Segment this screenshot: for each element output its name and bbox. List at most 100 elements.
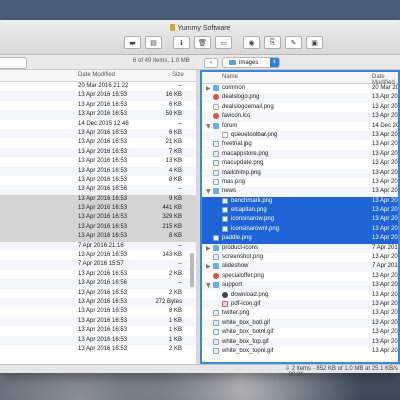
- table-row[interactable]: iconsinarownl.png 13 Apr 2016: [202, 224, 398, 235]
- column-header-name[interactable]: Name: [222, 74, 238, 80]
- row-date: 13 Apr 2016: [372, 300, 398, 307]
- preview-button[interactable]: ◉: [243, 36, 260, 49]
- new-folder-button[interactable]: ▬: [124, 36, 141, 49]
- right-file-pane[interactable]: Name Date Modified ▶ common 20 Mar 2016 dea…: [200, 70, 400, 364]
- table-row[interactable]: 7 Apr 2016 15:57 --: [0, 260, 196, 270]
- file-icon: [213, 141, 219, 148]
- info-button[interactable]: ℹ: [173, 36, 190, 49]
- trash-button[interactable]: 🗑: [194, 36, 211, 49]
- table-row[interactable]: 13 Apr 2016 16:53 9 KB: [0, 194, 196, 205]
- table-row[interactable]: 13 Apr 2016 16:53 59 KB: [0, 110, 196, 120]
- table-row[interactable]: download.png 13 Apr 2016: [202, 291, 398, 300]
- table-row[interactable]: macupdate.png 13 Apr 2016: [202, 159, 398, 168]
- table-row[interactable]: 13 Apr 2016 16:53 441 KB: [0, 204, 196, 214]
- table-row[interactable]: 13 Apr 2016 16:56 --: [0, 185, 196, 195]
- row-date: 13 Apr 2016 16:53: [78, 233, 128, 240]
- row-size: 21 KB: [165, 139, 182, 146]
- row-date: 13 Apr 2016: [372, 207, 398, 214]
- table-row[interactable]: 13 Apr 2016 16:53 2 KB: [0, 270, 196, 279]
- left-path-selector[interactable]: [0, 57, 27, 69]
- table-row[interactable]: pdf-icon.gif 13 Apr 2016: [202, 299, 398, 310]
- table-row[interactable]: favicon.ico 13 Apr 2016: [202, 112, 398, 122]
- table-row[interactable]: 13 Apr 2016 16:56 --: [0, 279, 196, 289]
- row-date: 13 Apr 2016 16:53: [78, 167, 128, 174]
- table-row[interactable]: 13 Apr 2016 16:53 21 KB: [0, 138, 196, 147]
- disclosure-down-icon[interactable]: ▼: [206, 282, 211, 289]
- table-row[interactable]: dealslogoemail.png 13 Apr 2016: [202, 103, 398, 112]
- table-row[interactable]: paddle.png 13 Apr 2016: [202, 234, 398, 244]
- disclosure-down-icon[interactable]: ▼: [206, 188, 211, 195]
- table-row[interactable]: 7 Apr 2016 21:16 --: [0, 241, 196, 252]
- table-row[interactable]: benchmark.png 13 Apr 2016: [202, 196, 398, 207]
- row-date: 13 Apr 2016: [372, 338, 398, 345]
- table-row[interactable]: white_box_topnl.gif 13 Apr 2016: [202, 347, 398, 356]
- table-row[interactable]: ▶ slideshow 7 Apr 2016: [202, 262, 398, 272]
- left-scrollbar[interactable]: [190, 253, 194, 287]
- table-row[interactable]: 13 Apr 2016 16:53 6 KB: [0, 128, 196, 139]
- table-row[interactable]: 13 Apr 2016 16:53 1 KB: [0, 335, 196, 345]
- table-row[interactable]: 14 Dec 2015 12:48 --: [0, 120, 196, 129]
- disclosure-right-icon[interactable]: ▶: [206, 85, 211, 92]
- right-path-selector[interactable]: images ⇕: [222, 57, 280, 68]
- table-row[interactable]: iconsinarow.png 13 Apr 2016: [202, 215, 398, 225]
- disclosure-down-icon[interactable]: ▼: [206, 123, 211, 130]
- edit-button[interactable]: ✎: [285, 36, 302, 49]
- disclosure-right-icon[interactable]: ▶: [206, 263, 211, 270]
- table-row[interactable]: 13 Apr 2016 16:53 215 KB: [0, 222, 196, 233]
- table-row[interactable]: 13 Apr 2016 16:53 1 KB: [0, 326, 196, 335]
- left-file-pane[interactable]: Date Modified Size 20 Mar 2016 21:22 -- 13…: [0, 70, 196, 364]
- table-row[interactable]: mailchimp.png 13 Apr 2016: [202, 168, 398, 178]
- copy-button[interactable]: ⎘: [264, 36, 281, 49]
- row-name: elcapitan.png: [231, 207, 267, 214]
- table-row[interactable]: specialoffer.png 13 Apr 2016: [202, 272, 398, 281]
- table-row[interactable]: white_box_botl.gif 13 Apr 2016: [202, 318, 398, 329]
- table-row[interactable]: 13 Apr 2016 16:53 8 KB: [0, 176, 196, 185]
- table-row[interactable]: 13 Apr 2016 16:53 13 KB: [0, 157, 196, 166]
- column-header-date[interactable]: Date Modified: [78, 72, 115, 78]
- table-row[interactable]: 13 Apr 2016 16:53 143 KB: [0, 251, 196, 260]
- table-row[interactable]: white_box_top.gif 13 Apr 2016: [202, 337, 398, 347]
- table-row[interactable]: ▶ common 20 Mar 2016: [202, 84, 398, 93]
- table-row[interactable]: 13 Apr 2016 16:53 2 KB: [0, 345, 196, 354]
- table-row[interactable]: ▼ support 13 Apr 2016: [202, 281, 398, 291]
- table-row[interactable]: mas.png 13 Apr 2016: [202, 178, 398, 187]
- table-row[interactable]: screenshot.png 13 Apr 2016: [202, 253, 398, 262]
- disclosure-right-icon[interactable]: ▶: [206, 245, 211, 252]
- table-row[interactable]: 13 Apr 2016 16:53 8 KB: [0, 307, 196, 316]
- table-row[interactable]: twitter.png 13 Apr 2016: [202, 309, 398, 318]
- table-row[interactable]: macappstore.png 13 Apr 2016: [202, 149, 398, 160]
- table-row[interactable]: queuetoolbar.png 13 Apr 2016: [202, 130, 398, 141]
- table-row[interactable]: ▼ forum 14 Dec 2015: [202, 122, 398, 131]
- table-row[interactable]: ▼ news 13 Apr 2016: [202, 187, 398, 197]
- table-row[interactable]: 20 Mar 2016 21:22 --: [0, 82, 196, 91]
- table-row[interactable]: 13 Apr 2016 16:53 4 KB: [0, 166, 196, 176]
- new-file-button[interactable]: ▤: [145, 36, 162, 49]
- row-size: 8 KB: [168, 308, 182, 315]
- table-row[interactable]: 13 Apr 2016 16:53 2 KB: [0, 289, 196, 298]
- table-row[interactable]: freetrial.jpg 13 Apr 2016: [202, 140, 398, 149]
- table-row[interactable]: 13 Apr 2016 16:53 16 KB: [0, 91, 196, 101]
- compress-button[interactable]: ▣: [306, 36, 323, 49]
- table-row[interactable]: 13 Apr 2016 16:53 7 KB: [0, 147, 196, 158]
- table-row[interactable]: ▶ product-icons 7 Apr 2016: [202, 243, 398, 254]
- file-icon: [213, 113, 219, 120]
- row-name: news: [222, 188, 237, 195]
- row-date: 13 Apr 2016 16:53: [78, 205, 128, 212]
- file-icon: [213, 178, 219, 185]
- table-row[interactable]: 13 Apr 2016 16:53 1 KB: [0, 316, 196, 327]
- column-header-size[interactable]: Size: [172, 72, 184, 78]
- table-row[interactable]: elcapitan.png 13 Apr 2016: [202, 206, 398, 216]
- table-row[interactable]: 13 Apr 2016 16:53 329 KB: [0, 213, 196, 223]
- row-date: 13 Apr 2016: [372, 310, 398, 317]
- back-button[interactable]: <: [204, 58, 218, 68]
- table-row[interactable]: dealslogo.png 13 Apr 2016: [202, 93, 398, 103]
- row-date: 13 Apr 2016: [372, 347, 398, 354]
- table-row[interactable]: 13 Apr 2016 16:53 8 KB: [0, 232, 196, 242]
- row-date: 13 Apr 2016: [372, 103, 398, 110]
- row-name: freetrial.jpg: [222, 141, 252, 148]
- row-date: 13 Apr 2016 16:53: [78, 158, 128, 165]
- get-info-button[interactable]: ▭: [215, 36, 232, 49]
- table-row[interactable]: 13 Apr 2016 16:53 6 KB: [0, 101, 196, 110]
- table-row[interactable]: 13 Apr 2016 16:53 272 Bytes: [0, 297, 196, 308]
- table-row[interactable]: white_box_botnl.gif 13 Apr 2016: [202, 328, 398, 337]
